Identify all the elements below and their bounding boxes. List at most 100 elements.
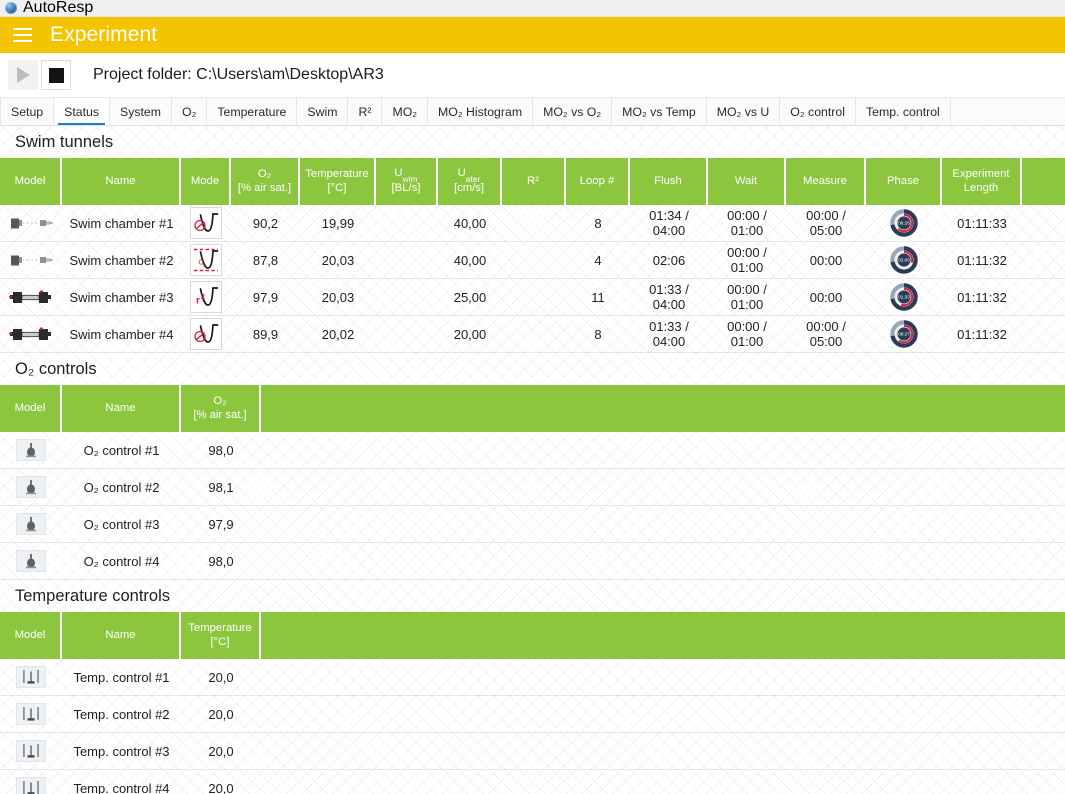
tab-o[interactable]: O₂ xyxy=(172,98,208,125)
model-icon-cell xyxy=(0,543,62,580)
temperature-value: 20,0 xyxy=(181,770,261,794)
u-swim-value xyxy=(376,279,438,316)
table-row[interactable]: O₂ control #4 98,0 xyxy=(0,543,1065,580)
experiment-toolbar: Project folder: C:\Users\am\Desktop\AR3 xyxy=(0,53,1065,98)
o2-value: 90,2 xyxy=(231,205,300,242)
o2-value: 97,9 xyxy=(231,279,300,316)
control-name: O₂ control #2 xyxy=(62,469,181,506)
tab-mo-vs-temp[interactable]: MO₂ vs Temp xyxy=(612,98,707,125)
swim-tunnels-col-flush: Flush xyxy=(630,158,708,205)
spacer-cell xyxy=(1022,316,1065,353)
model-icon-cell xyxy=(0,432,62,469)
svg-text:08:26: 08:26 xyxy=(898,221,910,226)
spacer-cell xyxy=(261,543,1065,580)
o2-controls-col-name: Name xyxy=(62,385,181,432)
column-label-primary: O₂ xyxy=(213,394,227,407)
table-row[interactable]: Temp. control #2 20,0 xyxy=(0,696,1065,733)
column-label-primary: Loop # xyxy=(579,174,615,187)
tab-swim[interactable]: Swim xyxy=(297,98,349,125)
spacer-cell xyxy=(261,770,1065,794)
tab-system[interactable]: System xyxy=(110,98,173,125)
column-label-primary: Mode xyxy=(190,174,220,187)
o2-value: 89,9 xyxy=(231,316,300,353)
tab-temperature[interactable]: Temperature xyxy=(207,98,298,125)
loop-count: 11 xyxy=(566,279,630,316)
model-icon-cell xyxy=(6,326,56,342)
model-icon-cell xyxy=(6,215,56,231)
temperature-value: 20,0 xyxy=(181,696,261,733)
table-row[interactable]: Swim chamber #2 O 2 87,8 20,03 40,00 4 02:06… xyxy=(0,242,1065,279)
window-titlebar: AutoResp xyxy=(0,0,1065,17)
mode-icon-cell[interactable]: O 2 xyxy=(187,244,225,276)
experiment-length: 01:11:32 xyxy=(942,316,1022,353)
measure-timer: 00:00 xyxy=(786,242,866,279)
tab-label: System xyxy=(120,104,162,119)
temperature-controls-table: Model Name Temperature [°C] Temp. control #… xyxy=(0,612,1065,794)
mode-icon-cell[interactable] xyxy=(187,207,225,239)
mode-no-clock-icon[interactable] xyxy=(190,207,222,239)
hamburger-menu-icon[interactable] xyxy=(9,22,35,48)
cell xyxy=(0,205,62,242)
mode-icon-cell[interactable]: r 2 xyxy=(187,281,225,313)
phase-donut: 01:33 xyxy=(889,282,919,312)
tab-r[interactable]: R² xyxy=(348,98,383,125)
u-water-value: 40,00 xyxy=(438,242,502,279)
loop-count: 4 xyxy=(566,242,630,279)
phase-cell: 02:06 xyxy=(872,245,936,275)
spacer-cell xyxy=(261,469,1065,506)
mode-icon-cell[interactable] xyxy=(187,318,225,350)
tab-mo-vs-o[interactable]: MO₂ vs O₂ xyxy=(533,98,613,125)
table-row[interactable]: Swim chamber #3 r 2 97,9 20,03 25,00 11 01:3… xyxy=(0,279,1065,316)
chamber-name: Swim chamber #4 xyxy=(62,316,181,353)
tab-status[interactable]: Status xyxy=(54,98,111,125)
play-button[interactable] xyxy=(8,60,38,90)
o2-controls-title: O₂ controls xyxy=(0,353,1065,385)
table-row[interactable]: O₂ control #1 98,0 xyxy=(0,432,1065,469)
r2-value xyxy=(502,205,566,242)
swim-tunnels-table: Model Name Mode O₂ [% air sat.] Temperature [°… xyxy=(0,158,1065,353)
tab-temp-control[interactable]: Temp. control xyxy=(855,98,951,125)
spacer-cell xyxy=(1022,242,1065,279)
tab-mo-vs-u[interactable]: MO₂ vs U xyxy=(706,98,781,125)
mode-o2-dashed-icon[interactable]: O 2 xyxy=(190,244,222,276)
tab-o-control[interactable]: O₂ control xyxy=(780,98,856,125)
table-row[interactable]: O₂ control #2 98,1 xyxy=(0,469,1065,506)
o2-value: 87,8 xyxy=(231,242,300,279)
tab-setup[interactable]: Setup xyxy=(0,98,55,125)
model-icon-cell xyxy=(0,469,62,506)
tab-label: MO₂ xyxy=(392,104,418,119)
temperature-controls-header-row: Model Name Temperature [°C] xyxy=(0,612,1065,659)
table-row[interactable]: Swim chamber #4 89,9 20,02 20,00 8 01:33 / 0… xyxy=(0,316,1065,353)
swim-chamber-light-icon xyxy=(11,218,53,229)
swim-tunnels-col-measure: Measure xyxy=(786,158,866,205)
column-label-primary: Uater xyxy=(457,167,481,184)
r2-value xyxy=(502,316,566,353)
table-row[interactable]: Swim chamber #1 90,2 19,99 40,00 8 01:34 / 0… xyxy=(0,205,1065,242)
column-label-primary: Temperature xyxy=(305,167,369,180)
table-row[interactable]: Temp. control #1 20,0 xyxy=(0,659,1065,696)
wait-timer: 00:00 / 01:00 xyxy=(708,242,786,279)
mode-no-clock-icon[interactable] xyxy=(190,318,222,350)
stop-button[interactable] xyxy=(41,60,71,90)
control-name: O₂ control #4 xyxy=(62,543,181,580)
phase-donut: 02:06 xyxy=(889,245,919,275)
swim-tunnels-col-wait: Wait xyxy=(708,158,786,205)
swim-tunnels-col-temperature: Temperature [°C] xyxy=(300,158,376,205)
experiment-length: 01:11:33 xyxy=(942,205,1022,242)
phase-cell: 01:33 xyxy=(872,282,936,312)
mode-r2-icon[interactable]: r 2 xyxy=(190,281,222,313)
cell: r 2 xyxy=(181,279,231,316)
phase-cell: 08:26 xyxy=(872,208,936,238)
spacer-cell xyxy=(261,432,1065,469)
o2-controls-col-o: O₂ [% air sat.] xyxy=(181,385,261,432)
column-label-primary: O₂ xyxy=(257,167,272,180)
table-row[interactable]: Temp. control #4 20,0 xyxy=(0,770,1065,794)
model-icon-cell xyxy=(0,659,62,696)
table-row[interactable]: O₂ control #3 97,9 xyxy=(0,506,1065,543)
tab-mo-histogram[interactable]: MO₂ Histogram xyxy=(428,98,534,125)
temperature-value: 20,03 xyxy=(300,279,376,316)
tab-label: MO₂ vs O₂ xyxy=(543,104,602,119)
cell: 02:06 xyxy=(866,242,942,279)
table-row[interactable]: Temp. control #3 20,0 xyxy=(0,733,1065,770)
tab-mo[interactable]: MO₂ xyxy=(382,98,429,125)
